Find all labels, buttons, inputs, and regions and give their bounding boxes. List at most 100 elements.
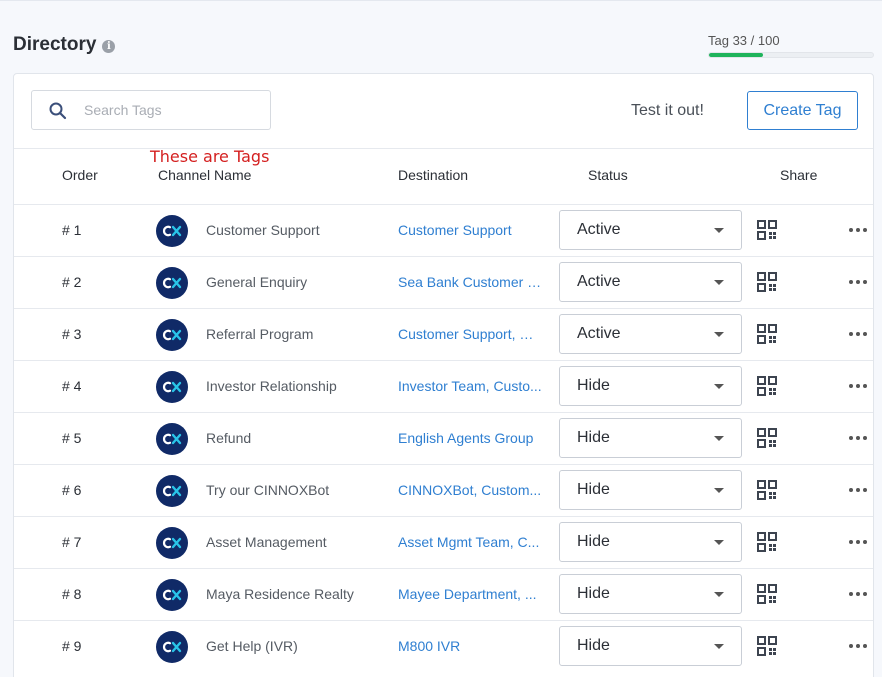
- qr-code-icon[interactable]: [757, 636, 777, 656]
- more-horizontal-icon[interactable]: [849, 221, 867, 239]
- tag-quota-label: Tag 33 / 100: [708, 33, 780, 48]
- status-select[interactable]: Active: [559, 210, 742, 250]
- qr-code-icon[interactable]: [757, 532, 777, 552]
- channel-name: Asset Management: [206, 534, 327, 550]
- cinnox-logo-icon: [162, 381, 182, 393]
- channel-name: Refund: [206, 430, 252, 446]
- channel-name: Try our CINNOXBot: [206, 482, 330, 498]
- column-header-channel-name: Channel Name: [158, 167, 252, 183]
- channel-name: Customer Support: [206, 222, 320, 238]
- channel-avatar: [156, 423, 188, 455]
- qr-code-icon[interactable]: [757, 272, 777, 292]
- status-select[interactable]: Active: [559, 262, 742, 302]
- more-horizontal-icon[interactable]: [849, 481, 867, 499]
- destination-link[interactable]: Sea Bank Customer S...: [398, 274, 544, 290]
- table-row: # 8 Maya Residence Realty Mayee Department…: [14, 568, 873, 620]
- destination-link[interactable]: CINNOXBot, Custom...: [398, 482, 544, 498]
- row-order: # 5: [62, 430, 82, 446]
- more-horizontal-icon[interactable]: [849, 273, 867, 291]
- channel-name: Referral Program: [206, 326, 314, 342]
- tags-card: Test it out! Create Tag These are Tags O…: [13, 73, 874, 677]
- qr-code-icon[interactable]: [757, 428, 777, 448]
- status-value: Hide: [577, 429, 610, 446]
- channel-avatar: [156, 371, 188, 403]
- channel-avatar: [156, 215, 188, 247]
- cinnox-logo-icon: [162, 537, 182, 549]
- qr-code-icon[interactable]: [757, 584, 777, 604]
- status-value: Active: [577, 221, 621, 238]
- destination-link[interactable]: English Agents Group: [398, 430, 544, 446]
- row-order: # 3: [62, 326, 82, 342]
- cinnox-logo-icon: [162, 329, 182, 341]
- more-horizontal-icon[interactable]: [849, 377, 867, 395]
- table-row: # 9 Get Help (IVR) M800 IVR Hide: [14, 620, 873, 672]
- channel-name: Get Help (IVR): [206, 638, 298, 654]
- channel-avatar: [156, 579, 188, 611]
- info-icon[interactable]: i: [102, 39, 116, 53]
- chevron-down-icon: [714, 332, 724, 337]
- row-order: # 6: [62, 482, 82, 498]
- create-tag-button[interactable]: Create Tag: [747, 91, 858, 130]
- status-value: Hide: [577, 637, 610, 654]
- more-horizontal-icon[interactable]: [849, 637, 867, 655]
- title-row: Directory i: [13, 34, 116, 56]
- channel-name: Investor Relationship: [206, 378, 337, 394]
- destination-link[interactable]: Investor Team, Custo...: [398, 378, 544, 394]
- cinnox-logo-icon: [162, 225, 182, 237]
- destination-link[interactable]: Asset Mgmt Team, C...: [398, 534, 544, 550]
- cinnox-logo-icon: [162, 433, 182, 445]
- more-horizontal-icon[interactable]: [849, 325, 867, 343]
- row-order: # 4: [62, 378, 82, 394]
- tag-quota-progress-fill: [709, 53, 764, 57]
- chevron-down-icon: [714, 228, 724, 233]
- row-order: # 1: [62, 222, 82, 238]
- chevron-down-icon: [714, 644, 724, 649]
- column-header-share: Share: [780, 167, 818, 183]
- search-icon: [32, 91, 84, 129]
- tags-table-body: # 1 Customer Support Customer Support Activ…: [14, 204, 873, 672]
- table-row: # 7 Asset Management Asset Mgmt Team, C...…: [14, 516, 873, 568]
- row-order: # 8: [62, 586, 82, 602]
- row-order: # 7: [62, 534, 82, 550]
- qr-code-icon[interactable]: [757, 220, 777, 240]
- status-select[interactable]: Hide: [559, 522, 742, 562]
- search-box[interactable]: [31, 90, 271, 130]
- cinnox-logo-icon: [162, 277, 182, 289]
- qr-code-icon[interactable]: [757, 324, 777, 344]
- status-select[interactable]: Active: [559, 314, 742, 354]
- status-select[interactable]: Hide: [559, 626, 742, 666]
- destination-link[interactable]: Customer Support: [398, 222, 544, 238]
- tag-quota-progress-bar: [708, 52, 874, 58]
- status-value: Hide: [577, 481, 610, 498]
- header-divider: [14, 148, 873, 149]
- chevron-down-icon: [714, 436, 724, 441]
- status-select[interactable]: Hide: [559, 366, 742, 406]
- cinnox-logo-icon: [162, 589, 182, 601]
- qr-code-icon[interactable]: [757, 480, 777, 500]
- search-input[interactable]: [84, 102, 254, 118]
- status-value: Hide: [577, 377, 610, 394]
- status-value: Hide: [577, 533, 610, 550]
- tag-quota: Tag 33 / 100: [708, 33, 874, 58]
- channel-avatar: [156, 267, 188, 299]
- chevron-down-icon: [714, 592, 724, 597]
- chevron-down-icon: [714, 540, 724, 545]
- cinnox-logo-icon: [162, 641, 182, 653]
- table-row: # 3 Referral Program Customer Support, Gr.…: [14, 308, 873, 360]
- test-it-out-link[interactable]: Test it out!: [631, 102, 704, 120]
- table-row: # 2 General Enquiry Sea Bank Customer S...…: [14, 256, 873, 308]
- destination-link[interactable]: Customer Support, Gr...: [398, 326, 544, 342]
- row-order: # 9: [62, 638, 82, 654]
- qr-code-icon[interactable]: [757, 376, 777, 396]
- chevron-down-icon: [714, 384, 724, 389]
- destination-link[interactable]: Mayee Department, ...: [398, 586, 544, 602]
- status-select[interactable]: Hide: [559, 470, 742, 510]
- table-row: # 5 Refund English Agents Group Hide: [14, 412, 873, 464]
- more-horizontal-icon[interactable]: [849, 429, 867, 447]
- status-select[interactable]: Hide: [559, 418, 742, 458]
- chevron-down-icon: [714, 280, 724, 285]
- more-horizontal-icon[interactable]: [849, 585, 867, 603]
- destination-link[interactable]: M800 IVR: [398, 638, 544, 654]
- more-horizontal-icon[interactable]: [849, 533, 867, 551]
- status-select[interactable]: Hide: [559, 574, 742, 614]
